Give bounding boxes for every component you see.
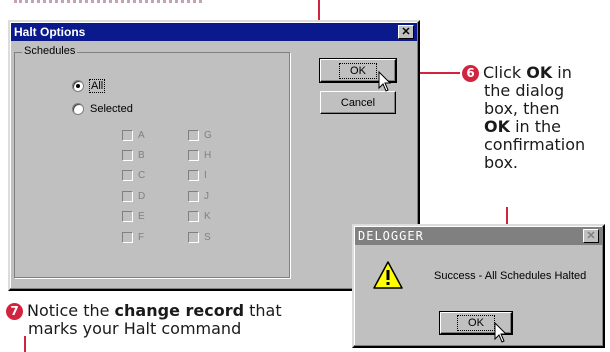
step7-number-badge: 7	[6, 303, 23, 320]
checkbox-label: D	[138, 191, 146, 202]
step6-line-6: box.	[484, 153, 519, 172]
checkbox-label: F	[138, 232, 145, 243]
checkbox-label: B	[138, 150, 145, 161]
step6-line-4: OK in the	[462, 118, 608, 136]
halt-options-titlebar: Halt Options	[11, 23, 417, 41]
checkbox-box[interactable]	[122, 232, 133, 243]
mouse-pointer-icon	[494, 322, 508, 343]
checkbox-label: G	[204, 130, 212, 141]
checkbox-box[interactable]	[188, 232, 199, 243]
cancel-button[interactable]: Cancel	[320, 91, 396, 114]
checkbox-label: E	[138, 211, 145, 222]
checkbox-label: K	[204, 211, 211, 222]
checkbox-box[interactable]	[122, 170, 133, 181]
schedule-checkbox-b[interactable]: B	[122, 150, 145, 161]
checkbox-box[interactable]	[188, 130, 199, 141]
cancel-button-label: Cancel	[340, 96, 376, 109]
radio-all-dot[interactable]	[72, 80, 84, 92]
schedule-checkbox-c[interactable]: C	[122, 170, 145, 181]
schedule-checkbox-k[interactable]: K	[188, 211, 211, 222]
step6-number-badge: 6	[462, 65, 479, 82]
close-icon[interactable]: ✕	[398, 25, 414, 39]
schedule-checkbox-i[interactable]: I	[188, 170, 207, 181]
checkbox-box[interactable]	[122, 130, 133, 141]
delogger-ok-label: OK	[457, 315, 495, 331]
radio-selected-label: Selected	[90, 103, 133, 115]
schedules-group	[14, 52, 290, 278]
step7-text: that	[244, 301, 282, 320]
checkbox-label: J	[204, 191, 209, 202]
schedule-checkbox-j[interactable]: J	[188, 191, 209, 202]
schedule-checkbox-f[interactable]: F	[122, 232, 144, 243]
step7-line-2: marks your Halt command	[28, 319, 242, 338]
step6-line-5: confirmation	[484, 135, 586, 154]
checkbox-box[interactable]	[188, 211, 199, 222]
step6-callout: 6 Click OK in the dialog box, then OK in …	[462, 64, 608, 172]
radio-selected[interactable]: Selected	[72, 103, 133, 115]
checkbox-label: C	[138, 170, 146, 181]
delogger-dialog: DELOGGER ✕ Success - All Schedules Halte…	[352, 224, 605, 348]
radio-all-label: All	[88, 79, 106, 93]
dotted-rule	[14, 0, 202, 3]
ok-button-label: OK	[339, 62, 377, 79]
step7-line-1: 7 Notice the change record that	[6, 302, 346, 320]
delogger-title: DELOGGER	[358, 229, 424, 243]
checkbox-label: A	[138, 130, 145, 141]
warning-icon	[373, 261, 403, 289]
schedule-checkbox-s[interactable]: S	[188, 232, 211, 243]
step6-text: in	[552, 63, 572, 82]
schedule-checkbox-h[interactable]: H	[188, 150, 211, 161]
step6-text: in the	[510, 117, 562, 136]
schedule-checkbox-a[interactable]: A	[122, 130, 145, 141]
step7-text: Notice the	[27, 301, 115, 320]
radio-selected-dot[interactable]	[72, 103, 84, 115]
delogger-message: Success - All Schedules Halted	[434, 270, 587, 282]
delogger-titlebar: DELOGGER	[355, 227, 602, 245]
checkbox-box[interactable]	[122, 211, 133, 222]
step6-line-3: box, then	[484, 99, 560, 118]
checkbox-box[interactable]	[122, 191, 133, 202]
schedule-checkbox-d[interactable]: D	[122, 191, 145, 202]
close-icon[interactable]: ✕	[583, 229, 599, 243]
checkbox-label: I	[204, 170, 207, 181]
step6-text: Click	[483, 63, 527, 82]
step6-line-2: the dialog	[484, 81, 565, 100]
schedule-checkbox-g[interactable]: G	[188, 130, 212, 141]
radio-all[interactable]: All	[72, 79, 106, 93]
halt-options-title: Halt Options	[14, 25, 86, 39]
step6-ok-bold-2: OK	[484, 117, 510, 136]
step7-connector-line	[24, 336, 26, 352]
checkbox-box[interactable]	[122, 150, 133, 161]
step7-change-record-bold: change record	[114, 301, 245, 320]
schedule-checkbox-e[interactable]: E	[122, 211, 145, 222]
checkbox-box[interactable]	[188, 170, 199, 181]
step6-line-1: 6 Click OK in	[462, 64, 608, 82]
step6-ok-bold: OK	[526, 63, 553, 82]
mouse-pointer-icon	[378, 71, 392, 92]
checkbox-box[interactable]	[188, 191, 199, 202]
step7-callout: 7 Notice the change record that marks you…	[6, 302, 346, 338]
checkbox-label: H	[204, 150, 212, 161]
checkbox-box[interactable]	[188, 150, 199, 161]
checkbox-label: S	[204, 232, 211, 243]
schedules-group-label: Schedules	[22, 45, 78, 57]
